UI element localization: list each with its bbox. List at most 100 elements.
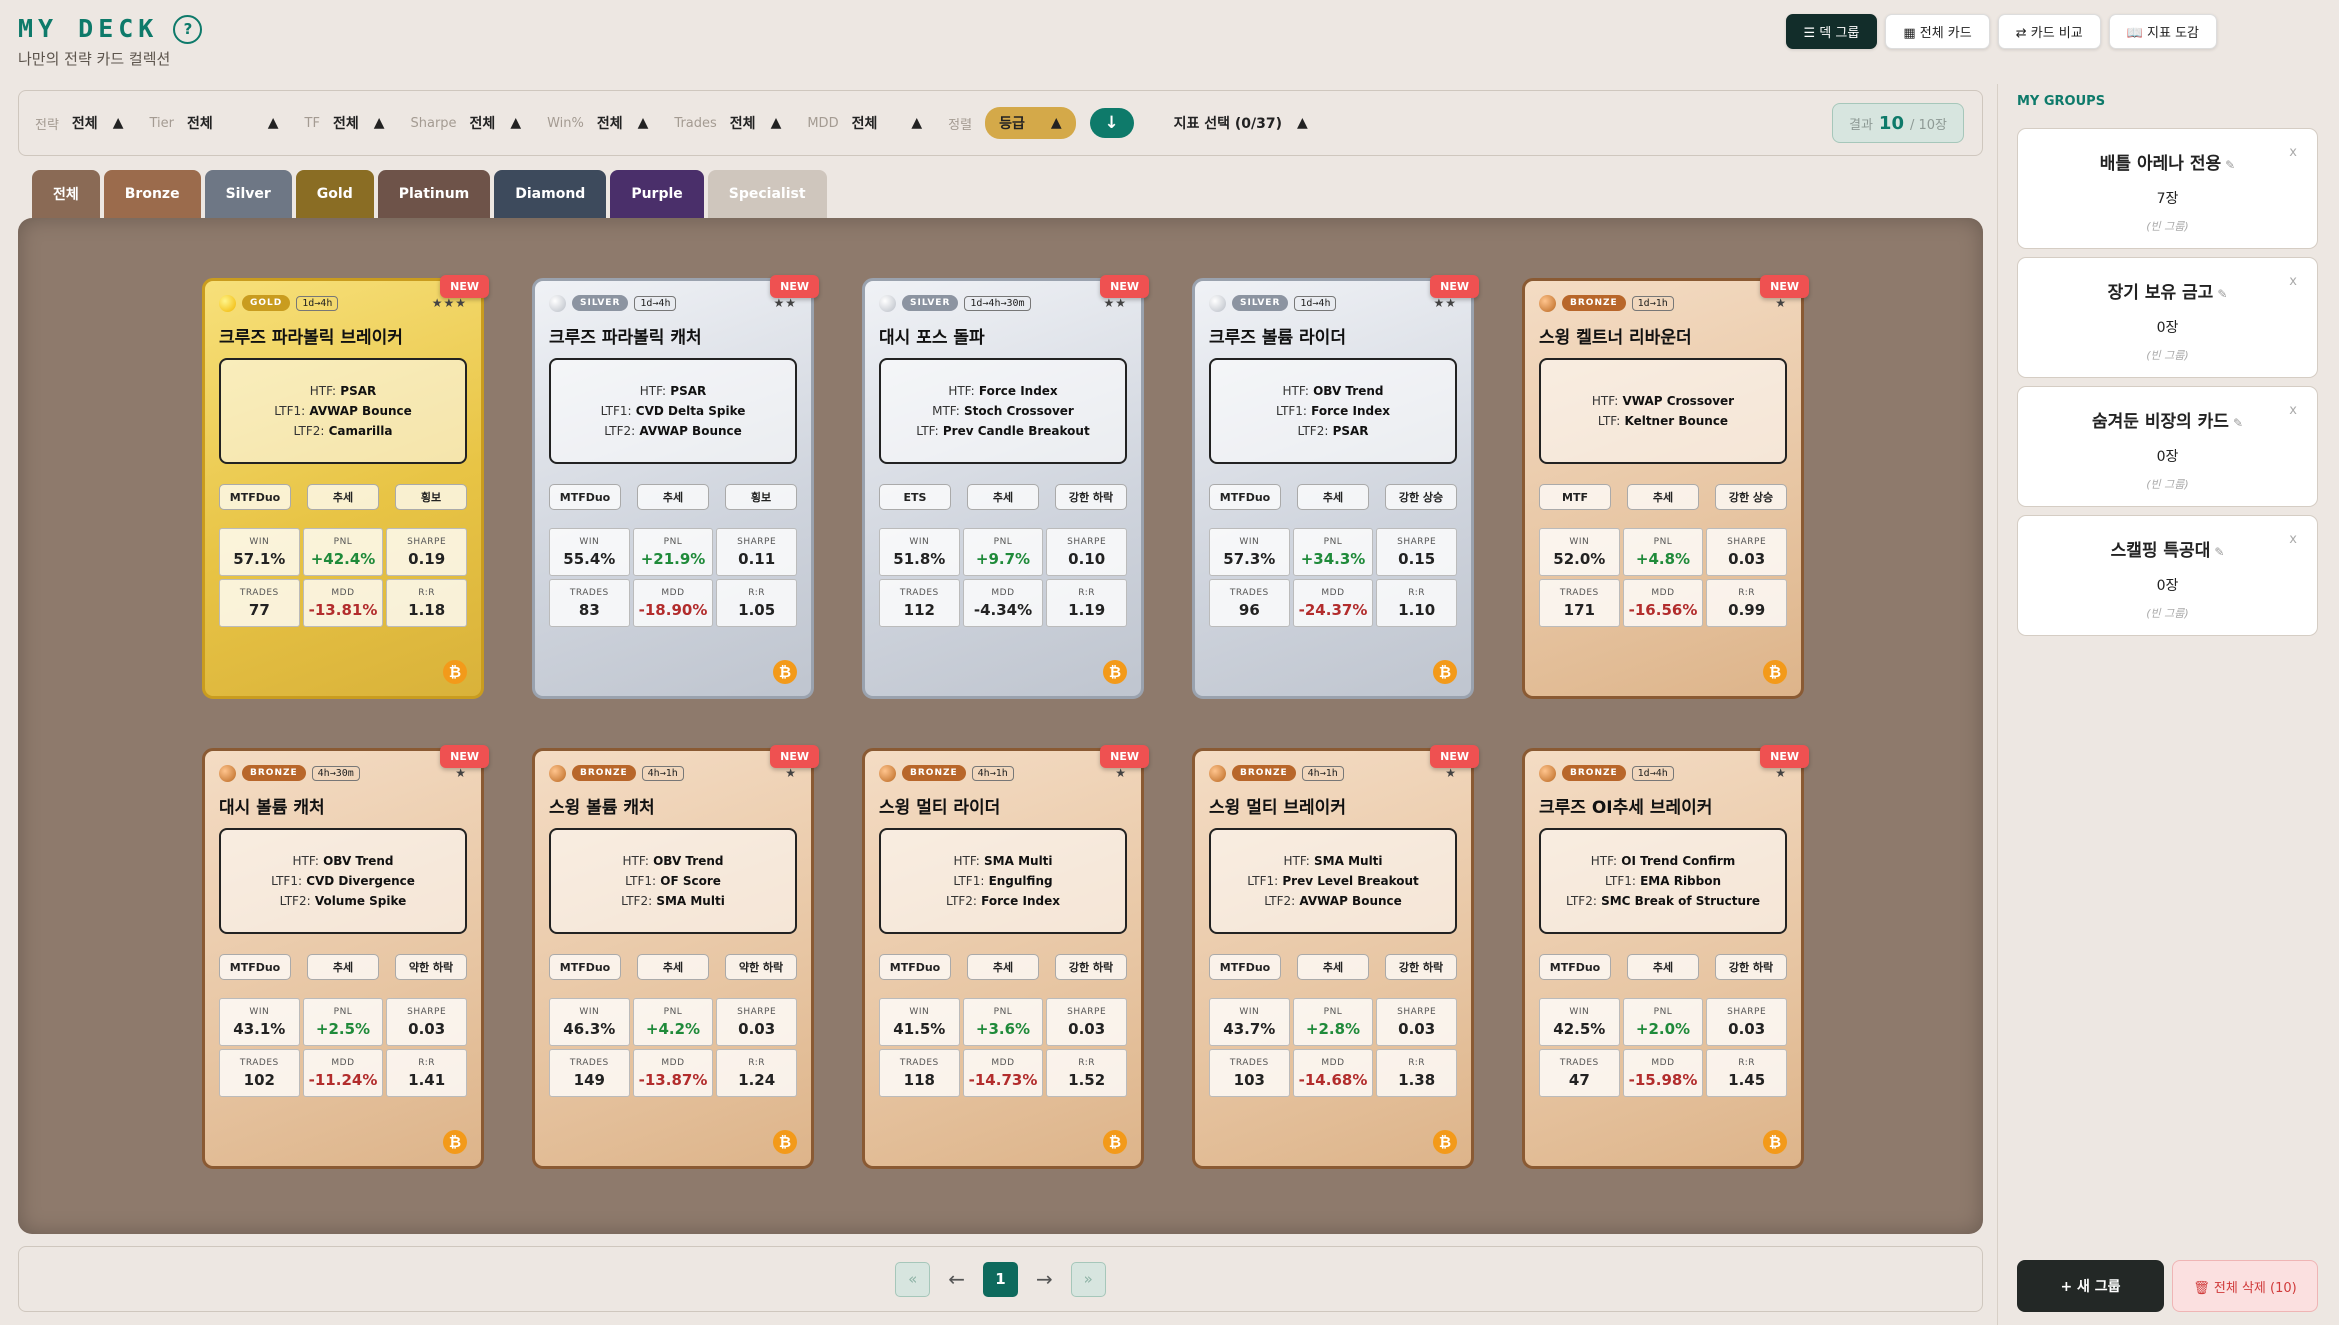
edit-icon[interactable]: ✎ xyxy=(2225,158,2235,172)
first-page-button[interactable]: « xyxy=(895,1261,931,1297)
stat-pnl: PNL +2.5% xyxy=(302,998,384,1046)
delete-all-button[interactable]: 🗑 전체 삭제 (10) xyxy=(2172,1260,2318,1312)
last-page-button[interactable]: » xyxy=(1070,1261,1106,1297)
deck-groups-button[interactable]: ☰ 덱 그룹 xyxy=(1785,14,1878,49)
tab-diamond[interactable]: Diamond xyxy=(494,170,607,218)
close-icon[interactable]: x xyxy=(2289,274,2297,289)
tier-medal-icon xyxy=(549,764,566,782)
edit-icon[interactable]: ✎ xyxy=(2217,287,2227,301)
bitcoin-icon: ₿ xyxy=(773,660,797,684)
strategy-card[interactable]: NEW SILVER 1d→4h ★★ 크루즈 볼륨 라이더 HTF: OBV … xyxy=(1192,275,1479,699)
stat-rr: R:R 1.18 xyxy=(386,579,467,627)
next-page-button[interactable]: → xyxy=(1036,1262,1053,1297)
stat-pnl: PNL +21.9% xyxy=(632,528,714,576)
edit-icon[interactable]: ✎ xyxy=(2214,545,2224,559)
group-name: 숨겨둔 비장의 카드 xyxy=(2091,412,2229,432)
timeframe-badge: 1d→4h xyxy=(1631,765,1674,781)
strategy-card[interactable]: NEW BRONZE 1d→4h ★ 크루즈 OI추세 브레이커 HTF: OI… xyxy=(1522,745,1809,1169)
stat-mdd: MDD -18.90% xyxy=(632,579,714,627)
tab-silver[interactable]: Silver xyxy=(204,170,292,218)
strategy-card[interactable]: NEW SILVER 1d→4h→30m ★★ 대시 포스 돌파 HTF: Fo… xyxy=(862,275,1149,699)
strategy-tag: MTFDuo xyxy=(1539,954,1611,980)
tab-all[interactable]: 전체 xyxy=(32,170,100,218)
stat-sharpe: SHARPE 0.03 xyxy=(716,998,797,1046)
strategy-tag: MTFDuo xyxy=(1209,954,1281,980)
strategy-tag: MTFDuo xyxy=(549,954,621,980)
strategy-card[interactable]: NEW BRONZE 4h→1h ★ 스윙 멀티 브레이커 HTF: SMA M… xyxy=(1192,745,1479,1169)
tier-badge: SILVER xyxy=(902,295,959,311)
filter-win[interactable]: Win% 전체 ▲ xyxy=(547,113,648,133)
filter-strategy[interactable]: 전략 전체 ▲ xyxy=(35,113,123,133)
strategy-tag: 강한 하락 xyxy=(1055,954,1127,980)
indicator-box: HTF: SMA Multi LTF1: Engulfing LTF2: Force… xyxy=(879,828,1127,934)
tab-gold[interactable]: Gold xyxy=(295,170,374,218)
sort-direction-button[interactable]: ↓ xyxy=(1089,108,1134,138)
indicator-select[interactable]: 지표 선택 (0/37) ▲ xyxy=(1174,113,1308,133)
indicator-line: HTF: PSAR xyxy=(639,384,707,398)
strategy-card[interactable]: NEW BRONZE 1d→1h ★ 스윙 켈트너 리바운더 HTF: VWAP… xyxy=(1522,275,1809,699)
group-card[interactable]: x 배틀 아레나 전용 ✎ 7장 (빈 그룹) xyxy=(2017,128,2318,249)
tier-badge: BRONZE xyxy=(902,765,966,781)
close-icon[interactable]: x xyxy=(2289,145,2297,160)
strategy-card[interactable]: NEW SILVER 1d→4h ★★ 크루즈 파라볼릭 캐처 HTF: PSA… xyxy=(532,275,819,699)
all-cards-button[interactable]: ▦ 전체 카드 xyxy=(1885,14,1990,49)
group-card[interactable]: x 장기 보유 금고 ✎ 0장 (빈 그룹) xyxy=(2017,257,2318,378)
bitcoin-icon: ₿ xyxy=(1433,660,1457,684)
filter-sharpe[interactable]: Sharpe 전체 ▲ xyxy=(410,113,521,133)
strategy-card[interactable]: NEW BRONZE 4h→1h ★ 스윙 볼륨 캐처 HTF: OBV Tre… xyxy=(532,745,819,1169)
filter-mdd[interactable]: MDD 전체 ▲ xyxy=(807,113,922,133)
strategy-tag: 추세 xyxy=(307,484,379,510)
indicator-line: HTF: VWAP Crossover xyxy=(1591,394,1735,408)
strategy-card[interactable]: NEW GOLD 1d→4h ★★★ 크루즈 파라볼릭 브레이커 HTF: PS… xyxy=(202,275,489,699)
sort-select[interactable]: 등급 ▲ xyxy=(985,107,1076,139)
new-group-button[interactable]: + 새 그룹 xyxy=(2017,1260,2164,1312)
indicator-box: HTF: PSAR LTF1: CVD Delta Spike LTF2: AVWA… xyxy=(549,358,797,464)
stat-trades: TRADES 102 xyxy=(219,1049,300,1097)
sort-asc-icon: ▲ xyxy=(373,115,385,131)
stat-rr: R:R 1.38 xyxy=(1376,1049,1457,1097)
filter-tier[interactable]: Tier 전체 ▲ xyxy=(149,113,278,133)
page-number-button[interactable]: 1 xyxy=(983,1261,1018,1297)
stat-mdd: MDD -24.37% xyxy=(1292,579,1374,627)
tier-badge: BRONZE xyxy=(1562,295,1626,311)
stats-grid: WIN 55.4% PNL +21.9% SHARPE 0.11 TRADES 83 M… xyxy=(549,528,797,627)
group-note: (빈 그룹) xyxy=(2146,349,2189,362)
new-badge: NEW xyxy=(1760,275,1809,298)
card-name: 대시 포스 돌파 xyxy=(879,328,985,348)
card-compare-button[interactable]: ⇄ 카드 비교 xyxy=(1997,14,2101,49)
card-name: 스윙 켈트너 리바운더 xyxy=(1539,328,1692,348)
tier-medal-icon xyxy=(219,764,236,782)
group-note: (빈 그룹) xyxy=(2146,478,2189,491)
strategy-tag: 강한 하락 xyxy=(1385,954,1457,980)
group-card[interactable]: x 숨겨둔 비장의 카드 ✎ 0장 (빈 그룹) xyxy=(2017,386,2318,507)
pagination: « ← 1 → » xyxy=(18,1246,1983,1312)
tab-bronze[interactable]: Bronze xyxy=(103,170,201,218)
stat-pnl: PNL +2.8% xyxy=(1292,998,1374,1046)
tab-purple[interactable]: Purple xyxy=(610,170,704,218)
prev-page-button[interactable]: ← xyxy=(948,1262,965,1297)
help-icon[interactable]: ? xyxy=(173,14,203,44)
sort-label: 정렬 xyxy=(948,117,973,133)
filter-trades[interactable]: Trades 전체 ▲ xyxy=(674,113,781,133)
stat-trades: TRADES 112 xyxy=(879,579,960,627)
indicator-line: LTF1: OF Score xyxy=(625,874,721,888)
stat-trades: TRADES 118 xyxy=(879,1049,960,1097)
group-card[interactable]: x 스캘핑 특공대 ✎ 0장 (빈 그룹) xyxy=(2017,515,2318,636)
sidebar-title: MY GROUPS xyxy=(2017,94,2106,109)
indicator-book-button[interactable]: 📖 지표 도감 xyxy=(2108,14,2217,49)
indicator-box: HTF: VWAP Crossover LTF: Keltner Bounce xyxy=(1539,358,1787,464)
strategy-card[interactable]: NEW BRONZE 4h→1h ★ 스윙 멀티 라이더 HTF: SMA Mu… xyxy=(862,745,1149,1169)
header: MY DECK ? 나만의 전략 카드 컬렉션 xyxy=(18,14,1308,74)
stat-win: WIN 52.0% xyxy=(1539,528,1620,576)
close-icon[interactable]: x xyxy=(2289,403,2297,418)
edit-icon[interactable]: ✎ xyxy=(2233,416,2243,430)
tag-row: MTFDuo 추세 강한 상승 xyxy=(1209,484,1457,510)
indicator-box: HTF: OBV Trend LTF1: Force Index LTF2: PSA… xyxy=(1209,358,1457,464)
filter-tf[interactable]: TF 전체 ▲ xyxy=(305,113,385,133)
indicator-line: HTF: PSAR xyxy=(309,384,377,398)
tab-platinum[interactable]: Platinum xyxy=(377,170,491,218)
strategy-card[interactable]: NEW BRONZE 4h→30m ★ 대시 볼륨 캐처 HTF: OBV Tr… xyxy=(202,745,489,1169)
close-icon[interactable]: x xyxy=(2289,532,2297,547)
tier-medal-icon xyxy=(219,294,236,312)
tab-specialist[interactable]: Specialist xyxy=(707,170,827,218)
